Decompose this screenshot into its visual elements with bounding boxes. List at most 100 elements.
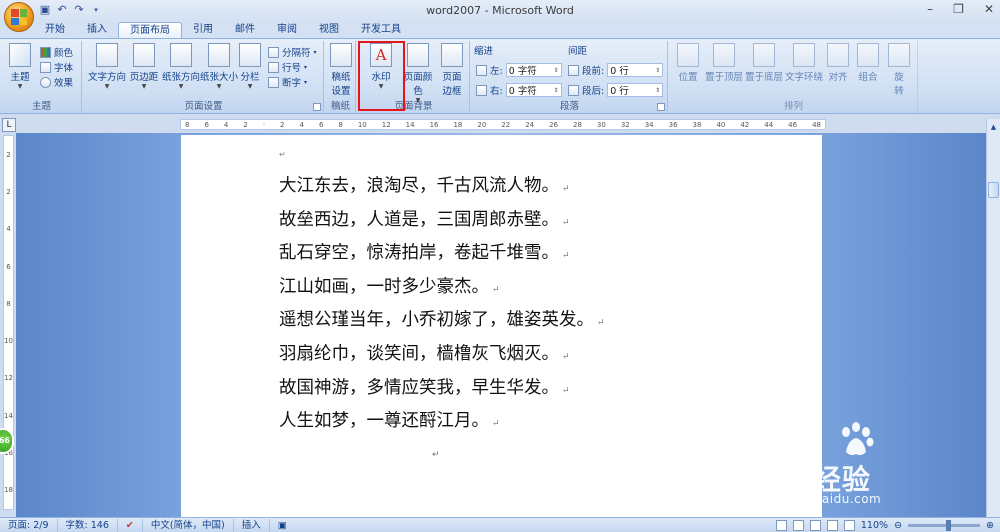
indent-left-icon bbox=[476, 64, 487, 76]
zoom-out-icon[interactable]: ⊖ bbox=[894, 520, 902, 531]
paw-icon bbox=[842, 422, 874, 456]
page-size-button[interactable]: 纸张大小 ▼ bbox=[200, 43, 238, 90]
status-insert-mode[interactable]: 插入 bbox=[234, 518, 270, 532]
vruler-tick-label: 6 bbox=[6, 262, 11, 271]
rotate-icon bbox=[888, 43, 910, 67]
status-bar: 页面: 2/9 字数: 146 ✔ 中文(简体，中国) 插入 ▣ 110% ⊖ … bbox=[0, 517, 1000, 532]
tab-selector[interactable]: L bbox=[2, 118, 16, 132]
ruler-tick-label: 30 bbox=[596, 121, 606, 129]
ruler-tick-label: 12 bbox=[381, 121, 391, 129]
poem-line[interactable]: 人生如梦，一尊还酹江月。 ↵ bbox=[279, 405, 605, 439]
ruler-tick-label: 2 bbox=[243, 121, 248, 129]
ruler-tick-label: 48 bbox=[812, 121, 821, 129]
spell-check-icon[interactable]: ✔ bbox=[118, 518, 143, 532]
theme-fonts-button[interactable]: 字体 bbox=[40, 60, 73, 74]
qat-dropdown-icon[interactable]: ▾ bbox=[89, 3, 103, 17]
title-bar: word2007 - Microsoft Word – ❐ ✕ bbox=[0, 0, 1000, 22]
columns-button[interactable]: 分栏 ▼ bbox=[236, 43, 264, 90]
spacing-title: 间距 bbox=[568, 46, 588, 57]
poem-line[interactable]: 大江东去，浪淘尽，千古风流人物。 ↵ bbox=[279, 170, 605, 204]
tab-home[interactable]: 开始 bbox=[34, 22, 76, 38]
window-controls: – ❐ ✕ bbox=[927, 2, 994, 16]
line-numbers-button[interactable]: 行号 ▾ bbox=[268, 60, 307, 74]
group-label-draft-paper: 稿纸 bbox=[330, 101, 350, 112]
group-button[interactable]: 组合 bbox=[854, 43, 882, 83]
poem-line[interactable]: 故垒西边，人道是，三国周郎赤壁。 ↵ bbox=[279, 204, 605, 238]
text-wrapping-button[interactable]: 文字环绕 bbox=[784, 43, 824, 83]
document-text[interactable]: 大江东去，浪淘尽，千古风流人物。 ↵ 故垒西边，人道是，三国周郎赤壁。 ↵ 乱石穿空，惊… bbox=[279, 170, 605, 439]
orientation-button[interactable]: 纸张方向 ▼ bbox=[162, 43, 200, 90]
outline-view-icon[interactable] bbox=[826, 520, 838, 531]
margins-button[interactable]: 页边距 ▼ bbox=[126, 43, 162, 90]
full-screen-view-icon[interactable] bbox=[792, 520, 804, 531]
indent-right-spinner[interactable]: 0 字符 ⇕ bbox=[505, 83, 562, 97]
spacing-after-spinner[interactable]: 0 行 ⇕ bbox=[607, 83, 664, 97]
scroll-up-icon[interactable]: ▲ bbox=[988, 121, 999, 133]
vertical-scrollbar[interactable]: ▲ bbox=[986, 119, 1000, 517]
macro-record-icon[interactable]: ▣ bbox=[270, 519, 295, 532]
theme-effects-button[interactable]: 效果 bbox=[40, 75, 73, 89]
maximize-button[interactable]: ❐ bbox=[953, 2, 964, 16]
close-button[interactable]: ✕ bbox=[984, 2, 994, 16]
poem-line-text: 故垒西边，人道是，三国周郎赤壁。 bbox=[279, 209, 559, 230]
poem-line[interactable]: 羽扇纶巾，谈笑间，樯橹灰飞烟灭。 ↵ bbox=[279, 338, 605, 372]
poem-line[interactable]: 江山如画，一时多少豪杰。 ↵ bbox=[279, 271, 605, 305]
ruler-tick-label: 18 bbox=[453, 121, 463, 129]
theme-icon bbox=[9, 43, 31, 67]
zoom-in-icon[interactable]: ⊕ bbox=[986, 520, 994, 531]
draft-paper-group: 稿纸 设置 稿纸 bbox=[326, 41, 356, 113]
office-button[interactable] bbox=[4, 2, 34, 32]
poem-line-text: 羽扇纶巾，谈笑间，樯橹灰飞烟灭。 bbox=[279, 343, 559, 364]
print-layout-view-icon[interactable] bbox=[775, 520, 787, 531]
text-direction-button[interactable]: 文字方向 ▼ bbox=[88, 43, 126, 90]
page-color-icon bbox=[407, 43, 429, 67]
spacing-after-icon bbox=[568, 84, 579, 96]
page-borders-button[interactable]: 页面 边框 bbox=[436, 43, 468, 97]
theme-button[interactable]: 主题 ▼ bbox=[2, 43, 38, 90]
undo-icon[interactable]: ↶ bbox=[55, 3, 69, 17]
hyphenation-button[interactable]: 断字 ▾ bbox=[268, 75, 307, 89]
indent-left-spinner[interactable]: 0 字符 ⇕ bbox=[505, 63, 562, 77]
redo-icon[interactable]: ↷ bbox=[72, 3, 86, 17]
web-layout-view-icon[interactable] bbox=[809, 520, 821, 531]
vruler-tick-label: 12 bbox=[4, 374, 13, 383]
paragraph-dialog-launcher[interactable] bbox=[657, 103, 665, 111]
paragraph-mark: ↵ bbox=[562, 217, 570, 228]
status-language[interactable]: 中文(简体，中国) bbox=[143, 518, 234, 532]
zoom-slider-thumb[interactable] bbox=[946, 520, 952, 531]
spacing-before-spinner[interactable]: 0 行 ⇕ bbox=[607, 63, 664, 77]
status-page[interactable]: 页面: 2/9 bbox=[0, 518, 58, 532]
tab-developer[interactable]: 开发工具 bbox=[350, 22, 412, 38]
breaks-button[interactable]: 分隔符 ▾ bbox=[268, 45, 317, 59]
bring-to-front-button[interactable]: 置于顶层 bbox=[704, 43, 744, 83]
tab-page-layout[interactable]: 页面布局 bbox=[118, 22, 182, 38]
tab-review[interactable]: 审阅 bbox=[266, 22, 308, 38]
poem-line[interactable]: 故国神游，多情应笑我，早生华发。 ↵ bbox=[279, 372, 605, 406]
theme-colors-button[interactable]: 颜色 bbox=[40, 45, 73, 59]
rotate-button[interactable]: 旋 转 bbox=[884, 43, 914, 97]
zoom-level[interactable]: 110% bbox=[861, 520, 888, 531]
scrollbar-thumb[interactable] bbox=[988, 182, 999, 198]
status-word-count[interactable]: 字数: 146 bbox=[58, 518, 118, 532]
minimize-button[interactable]: – bbox=[927, 2, 933, 16]
zoom-slider[interactable] bbox=[908, 520, 981, 531]
vruler-tick-label: 14 bbox=[4, 411, 13, 420]
send-to-back-button[interactable]: 置于底层 bbox=[744, 43, 784, 83]
page-setup-dialog-launcher[interactable] bbox=[313, 103, 321, 111]
tab-mailings[interactable]: 邮件 bbox=[224, 22, 266, 38]
theme-group: 主题 ▼ 颜色 字体 效果 主题 bbox=[2, 41, 82, 113]
page-color-button[interactable]: 页面颜色 ▼ bbox=[400, 43, 436, 104]
draft-view-icon[interactable] bbox=[843, 520, 855, 531]
draft-paper-button[interactable]: 稿纸 设置 bbox=[326, 43, 356, 97]
group-label-arrange: 排列 bbox=[783, 101, 803, 112]
tab-insert[interactable]: 插入 bbox=[76, 22, 118, 38]
paragraph-mark: ↵ bbox=[562, 385, 570, 396]
tab-references[interactable]: 引用 bbox=[182, 22, 224, 38]
poem-line[interactable]: 遥想公瑾当年，小乔初嫁了，雄姿英发。 ↵ bbox=[279, 304, 605, 338]
tab-view[interactable]: 视图 bbox=[308, 22, 350, 38]
save-icon[interactable]: ▣ bbox=[38, 3, 52, 17]
align-button[interactable]: 对齐 bbox=[824, 43, 852, 83]
position-button[interactable]: 位置 bbox=[672, 43, 704, 83]
poem-line[interactable]: 乱石穿空，惊涛拍岸，卷起千堆雪。 ↵ bbox=[279, 237, 605, 271]
horizontal-ruler[interactable]: 8 6 4 2 · 2 4 6 8 10 12 14 16 18 20 22 24 26 28 30 32 34 36 38 4… bbox=[180, 119, 826, 130]
